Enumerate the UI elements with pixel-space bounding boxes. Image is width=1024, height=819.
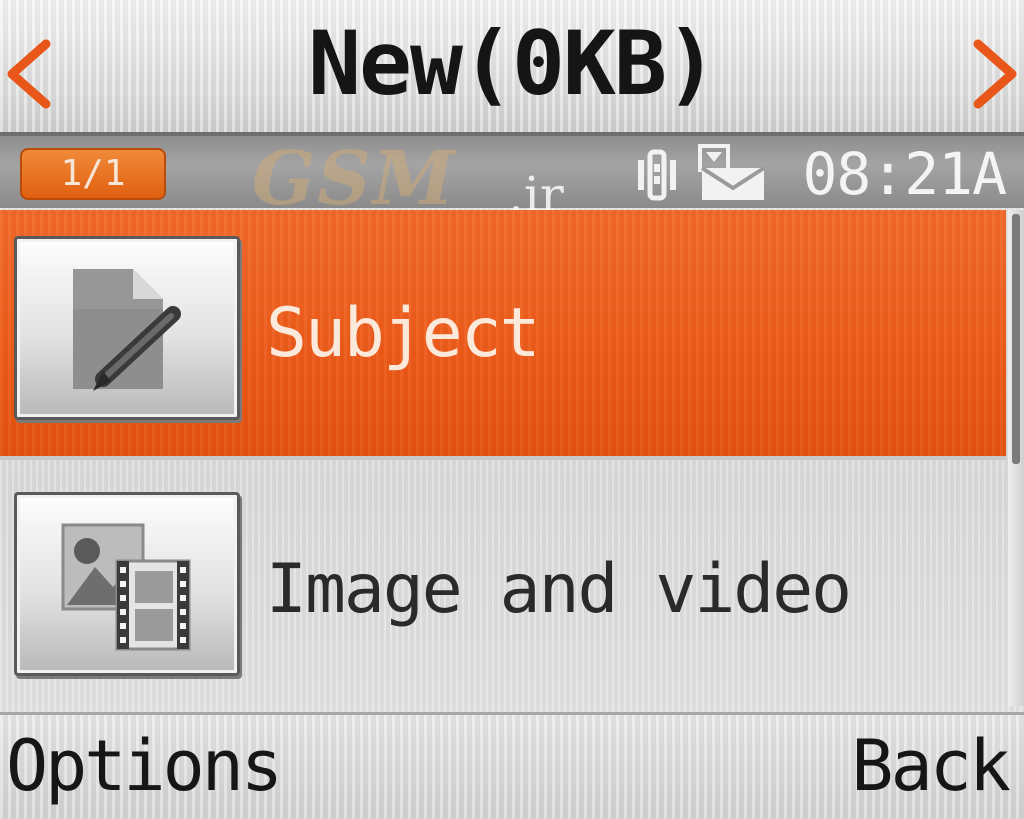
page-indicator: 1/1	[20, 148, 166, 200]
list-item-image-video[interactable]: Image and video	[0, 462, 1006, 706]
status-bar: 1/1 GSM .ir 08:21A	[0, 132, 1024, 224]
back-softkey[interactable]: Back	[851, 725, 1011, 807]
scrollbar[interactable]	[1008, 210, 1024, 706]
message-envelope-icon	[698, 144, 766, 200]
phone-screen: New(0KB) 1/1 GSM .ir 08:21A Subject Imag…	[0, 0, 1024, 819]
title-bar: New(0KB)	[0, 0, 1024, 132]
image-video-icon	[14, 492, 240, 676]
edit-document-icon	[14, 236, 240, 420]
softkey-bar: Options Back	[0, 712, 1024, 819]
scrollbar-thumb[interactable]	[1012, 214, 1020, 464]
chevron-right-icon[interactable]	[964, 34, 1024, 114]
options-softkey[interactable]: Options	[6, 725, 283, 807]
status-clock: 08:21A	[802, 140, 1007, 208]
list-item-label: Subject	[266, 294, 541, 373]
signal-icon	[638, 149, 676, 201]
list-item-subject[interactable]: Subject	[0, 210, 1006, 460]
page-title: New(0KB)	[308, 12, 718, 115]
list-item-label: Image and video	[266, 550, 852, 629]
